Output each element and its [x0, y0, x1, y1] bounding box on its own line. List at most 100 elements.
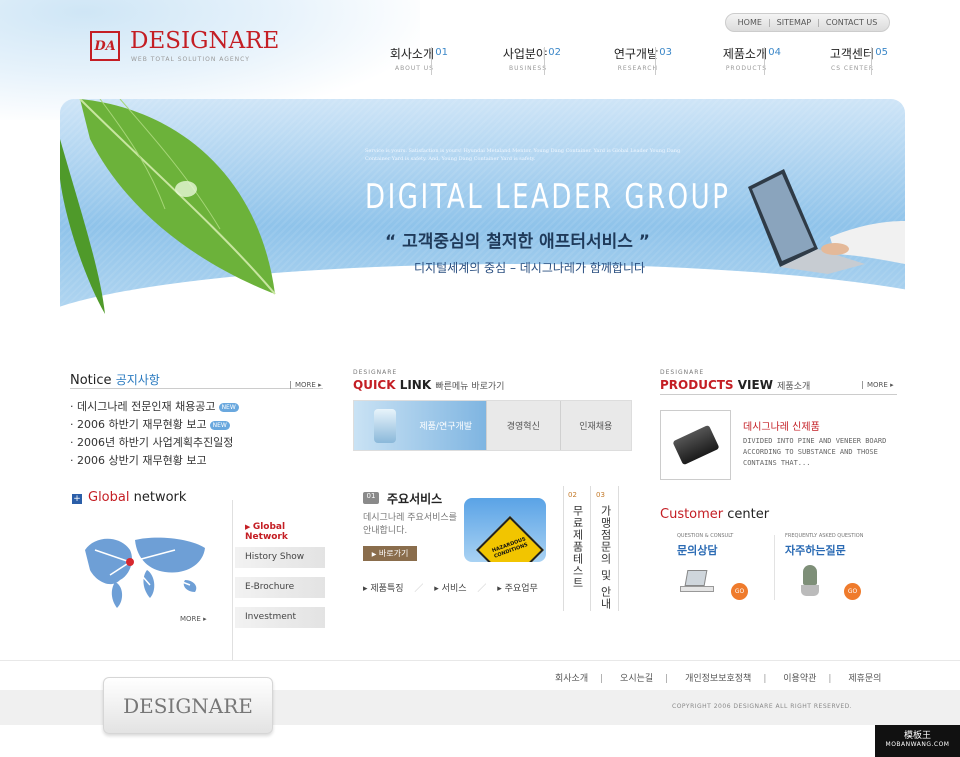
customer-title-rest: center — [723, 507, 770, 522]
nav-item-products[interactable]: 제품소개 PRODUCTS 04 — [719, 45, 781, 77]
footer-link-directions[interactable]: 오시는길 — [620, 674, 653, 684]
nav-label: 회사소개 — [389, 47, 434, 61]
notice-text: 2006년 하반기 사업계획추진일정 — [77, 436, 234, 449]
badge-title: 模板王 — [903, 731, 931, 741]
util-home-link[interactable]: HOME — [738, 18, 762, 27]
service-title: 주요서비스 — [387, 492, 443, 506]
faq-title[interactable]: 자주하는질문 — [785, 542, 846, 558]
hero-subtitle: 디지털세계의 중심 – 데시그나레가 함께합니다 — [414, 261, 646, 275]
products-divider — [660, 394, 897, 395]
notice-title-ko: 공지사항 — [115, 373, 160, 387]
service-link-features[interactable]: ▸ 제품특징 — [363, 584, 404, 594]
products-more-link[interactable]: MORE ▸ — [862, 381, 894, 389]
vertical-divider — [618, 486, 619, 611]
free-test-number: 02 — [568, 491, 577, 499]
nav-sub-label: ABOUT US — [394, 65, 434, 72]
new-badge: NEW — [209, 420, 230, 430]
footer-link-privacy[interactable]: 개인정보보호정책 — [685, 674, 751, 684]
hero-title: DIGITAL LEADER GROUP — [365, 177, 731, 217]
footer-divider — [0, 660, 960, 661]
quick-link-tabs: 제품/연구개발 경영혁신 인재채용 — [353, 400, 632, 451]
global-title-rest: network — [129, 490, 187, 505]
footer-link-about[interactable]: 회사소개 — [555, 674, 588, 684]
link-label: 서비스 — [441, 584, 467, 594]
logo-mark[interactable]: DA — [90, 31, 120, 61]
global-menu-item-ebrochure[interactable]: E-Brochure — [235, 577, 325, 598]
footer-logo[interactable]: DESIGNARE — [103, 677, 273, 734]
product-description: DIVIDED INTO PINE AND VENEER BOARD ACCOR… — [743, 437, 887, 467]
more-label: MORE — [180, 615, 201, 623]
service-description: 데시그나레 주요서비스를 안내합니다. — [363, 513, 457, 536]
nav-sub-label: PRODUCTS — [725, 65, 767, 72]
quick-link-small: DESIGNARE — [353, 369, 398, 376]
global-menu-item-network[interactable]: ▶ Global Network — [235, 517, 325, 542]
tab-label: 제품/연구개발 — [419, 422, 473, 432]
global-more-link[interactable]: MORE ▸ — [176, 615, 207, 623]
footer-link-terms[interactable]: 이용약관 — [783, 674, 816, 684]
quick-link-heading: QUICK LINK 빠른메뉴 바로가기 — [353, 378, 504, 392]
nav-label: 고객센터 — [829, 47, 874, 61]
footer-links: 회사소개 | 오시는길 | 개인정보보호정책 | 이용약관 | 제휴문의 — [555, 674, 882, 684]
tab-recruit[interactable]: 인재채용 — [559, 401, 631, 450]
products-subtitle: 제품소개 — [777, 382, 811, 392]
util-sitemap-link[interactable]: SITEMAP — [777, 18, 812, 27]
consult-title[interactable]: 문의상담 — [677, 542, 717, 558]
cactus-icon — [797, 565, 823, 599]
global-menu-item-investment[interactable]: Investment — [235, 607, 325, 628]
nav-label: 연구개발 — [613, 47, 658, 61]
more-label: MORE — [867, 381, 888, 389]
nav-item-research[interactable]: 연구개발 RESEARCH 03 — [610, 45, 672, 77]
nav-item-business[interactable]: 사업분야 BUSINESS 02 — [499, 45, 561, 77]
nav-item-about[interactable]: 회사소개 ABOUT US 01 — [386, 45, 448, 77]
util-contact-link[interactable]: CONTACT US — [826, 18, 877, 27]
product-title[interactable]: 데시그나레 신제품 — [743, 418, 820, 433]
vertical-divider — [774, 535, 775, 600]
notice-list: · 데시그나레 전문인재 채용공고 NEW · 2006 하반기 재무현황 보고 N… — [70, 398, 239, 470]
tab-products-research[interactable]: 제품/연구개발 — [354, 401, 487, 450]
global-menu-item-history[interactable]: History Show — [235, 547, 325, 568]
notice-divider — [70, 388, 323, 389]
badge-url: MOBANWANG.COM — [885, 741, 950, 748]
notice-text: 2006 하반기 재무현황 보고 — [77, 418, 207, 431]
logo-tagline: WEB TOTAL SOLUTION AGENCY — [131, 56, 250, 63]
watermark-badge: 模板王 MOBANWANG.COM — [875, 725, 960, 757]
new-badge: NEW — [218, 402, 239, 412]
faq-go-button[interactable]: GO — [844, 583, 861, 600]
list-item[interactable]: · 2006년 하반기 사업계획추진일정 — [70, 434, 239, 452]
nav-label: 사업분야 — [502, 47, 547, 61]
laptop-icon — [680, 568, 716, 596]
nav-sub-label: RESEARCH — [617, 65, 658, 72]
nav-number: 01 — [431, 47, 448, 75]
logo-wordmark[interactable]: DESIGNARE — [130, 28, 279, 54]
global-heading: + Global network — [72, 490, 186, 505]
faq-small: FREQUENTLY ASKED QUESTION — [785, 533, 864, 539]
list-item[interactable]: · 2006 하반기 재무현황 보고 NEW — [70, 416, 239, 434]
products-title-red: PRODUCTS — [660, 378, 734, 392]
copyright-text: COPYRIGHT 2006 DESIGNARE ALL RIGHT RESER… — [672, 703, 853, 710]
menu-label: E-Brochure — [245, 582, 295, 592]
franchise-inquiry-link[interactable]: 가맹점문의 및 안내 — [597, 505, 613, 610]
footer-link-partnership[interactable]: 제휴문의 — [848, 674, 881, 684]
quick-link-title-red: QUICK — [353, 378, 396, 392]
notice-more-link[interactable]: MORE ▸ — [290, 381, 322, 389]
consult-go-button[interactable]: GO — [731, 583, 748, 600]
more-label: MORE — [295, 381, 316, 389]
products-title-rest: VIEW — [733, 378, 773, 392]
service-link-tasks[interactable]: ▸ 주요업무 — [497, 584, 538, 594]
list-item[interactable]: · 데시그나레 전문인재 채용공고 NEW — [70, 398, 239, 416]
tab-label: 인재채용 — [579, 422, 613, 432]
nav-item-cs-center[interactable]: 고객센터 CS CENTER 05 — [826, 45, 888, 77]
product-thumbnail[interactable] — [660, 410, 731, 480]
vertical-divider — [563, 486, 564, 611]
notice-text: 데시그나레 전문인재 채용공고 — [77, 400, 216, 413]
tab-management[interactable]: 경영혁신 — [486, 401, 560, 450]
service-number: 01 — [363, 492, 379, 504]
hero-quote: “ 고객중심의 철저한 애프터서비스 ” — [385, 232, 650, 252]
service-go-button[interactable]: ▶ 바로가기 — [363, 546, 417, 561]
plus-icon: + — [72, 494, 82, 504]
free-test-link[interactable]: 무료제품테스트 — [569, 505, 585, 589]
link-label: 주요업무 — [504, 584, 538, 594]
list-item[interactable]: · 2006 상반기 재무현황 보고 — [70, 452, 239, 470]
service-link-service[interactable]: ▸ 서비스 — [434, 584, 466, 594]
service-links: ▸ 제품특징 ／ ▸ 서비스 ／ ▸ 주요업무 — [363, 584, 538, 594]
